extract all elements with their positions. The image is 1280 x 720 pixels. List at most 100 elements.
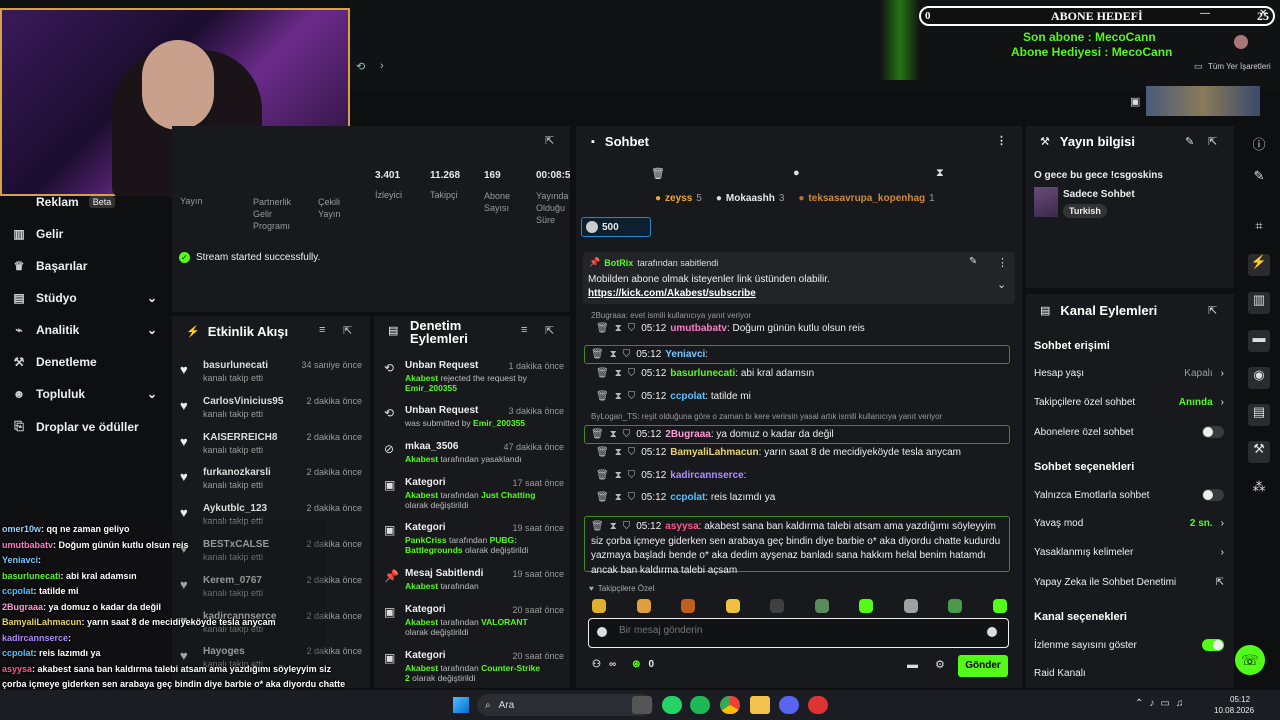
apps-icon[interactable]: ⁂ [1248, 479, 1270, 501]
points-icon[interactable]: ⊛ [632, 659, 640, 670]
sidebar-item-community[interactable]: ☻ Topluluk ⌄ [12, 387, 157, 401]
trash-icon[interactable]: 🗑 [596, 492, 609, 503]
trash-icon[interactable]: 🗑 [596, 447, 609, 458]
crop-icon[interactable]: ⌗ [1248, 218, 1270, 240]
emote-picker-icon[interactable] [597, 627, 607, 637]
help-chat-button[interactable]: ☏ [1235, 645, 1265, 675]
popout-icon[interactable]: ⇱ [1208, 304, 1217, 317]
followers-only-setting[interactable]: Takipçilere özel sohbet Anında › [1034, 397, 1224, 408]
sidebar-item-ads[interactable]: Reklam Beta [12, 195, 116, 209]
activity-item[interactable]: ♥ CarlosVinicius95 kanalı takip etti 2 d… [174, 396, 366, 432]
hourglass-icon[interactable]: ⧗ [615, 470, 622, 481]
ai-moderation-setting[interactable]: Yapay Zeka ile Sohbet Denetimi ⇱ [1034, 577, 1224, 588]
close-icon[interactable]: ✕ [1259, 8, 1267, 19]
edit-icon[interactable]: ✎ [1185, 135, 1194, 148]
chat-username[interactable]: ccpolat [670, 492, 705, 503]
emote-icon[interactable] [592, 599, 606, 613]
chat-input-box[interactable] [588, 618, 1009, 648]
expand-icon[interactable]: ⌄ [997, 278, 1006, 291]
trash-icon[interactable]: 🗑 [596, 391, 609, 402]
chat-message[interactable]: 🗑 ⧗ ⛉ 05:12 kadircannserce: [590, 470, 1010, 481]
link-icon[interactable]: ∞ [609, 659, 616, 670]
more-options-icon[interactable]: ⋮ [997, 256, 1008, 269]
chat-username[interactable]: 2Bugraaa [665, 429, 711, 440]
hourglass-icon[interactable]: ⧗ [615, 447, 622, 458]
windows-start-icon[interactable] [453, 697, 469, 713]
emote-icon[interactable] [992, 599, 1007, 613]
popout-icon[interactable]: ⇱ [1208, 135, 1217, 148]
activity-item[interactable]: ♥ furkanozkarsli kanalı takip etti 2 dak… [174, 467, 366, 503]
info-icon[interactable]: ⓘ [1248, 134, 1270, 156]
emote-icon[interactable] [948, 599, 962, 613]
top-user[interactable]: ● teksasavrupa_kopenhag 1 [798, 193, 934, 204]
popout-icon[interactable]: ⇱ [545, 134, 554, 147]
activity-user[interactable]: Aykutblc_123 [203, 503, 267, 514]
forward-icon[interactable]: › [380, 60, 384, 72]
camera-icon[interactable]: ▣ [1130, 95, 1140, 108]
popout-icon[interactable]: ⇱ [545, 324, 554, 337]
chat-input[interactable] [619, 625, 969, 636]
subs-only-toggle[interactable] [1202, 426, 1224, 438]
hourglass-icon[interactable]: ⧗ [610, 429, 617, 440]
chat-message[interactable]: 🗑 ⧗ ⛉ 05:12 BamyaliLahmacun: yarın saat 8 de… [590, 447, 1010, 458]
gear-icon[interactable]: ⚙ [935, 658, 945, 671]
hourglass-icon[interactable]: ⧗ [615, 391, 622, 402]
lightning-icon[interactable]: ⚡ [1248, 254, 1270, 276]
emote-icon[interactable] [725, 599, 740, 613]
chat-message[interactable]: 🗑 ⧗ ⛉ 05:12 2Bugraaa: ya domuz o kadar da de… [584, 425, 1010, 444]
emote-icon[interactable] [681, 599, 695, 613]
hourglass-icon[interactable]: ⧗ [610, 349, 617, 360]
points-pill[interactable]: 500 [581, 217, 651, 237]
trash-icon[interactable]: 🗑 [591, 429, 604, 440]
pinned-link[interactable]: https://kick.com/Akabest/subscribe [588, 288, 756, 299]
emote-icon[interactable] [903, 599, 918, 613]
activity-user[interactable]: CarlosVinicius95 [203, 396, 283, 407]
bookmarks-label[interactable]: Tüm Yer İşaretleri [1208, 62, 1271, 71]
chat-message[interactable]: 🗑 ⧗ ⛉ 05:12 Yeniavci: [584, 345, 1010, 364]
send-button[interactable]: Gönder [958, 655, 1008, 677]
sidebar-item-studio[interactable]: ▤ Stüdyo ⌄ [12, 291, 157, 305]
account-age-setting[interactable]: Hesap yaşı Kapalı › [1034, 368, 1224, 379]
chat-username[interactable]: ccpolat [670, 391, 705, 402]
app-icon[interactable] [808, 696, 828, 714]
emote-only-setting[interactable]: Yalnızca Emotlarla sohbet [1034, 489, 1224, 501]
chat-message[interactable]: 🗑 ⧗ ⛉ 05:12 umutbabatv: Doğum günün kutlu ol… [590, 323, 1010, 334]
bookmarks-folder-icon[interactable]: ▭ [1194, 61, 1203, 72]
chat-message[interactable]: 🗑 ⧗ ⛉ 05:12 asyysa: akabest sana ban kaldırm… [584, 516, 1010, 576]
trash-icon[interactable]: 🗑 [596, 470, 609, 481]
minimize-icon[interactable]: — [1200, 8, 1210, 19]
avatar[interactable] [1234, 35, 1248, 49]
banned-words-setting[interactable]: Yasaklanmış kelimeler › [1034, 547, 1224, 558]
chat-username[interactable]: kadircannserce [670, 470, 743, 481]
view-count-setting[interactable]: İzlenme sayısını göster [1034, 639, 1224, 651]
raid-channel-setting[interactable]: Raid Kanalı [1034, 668, 1224, 679]
hourglass-icon[interactable]: ⧗ [936, 167, 944, 180]
filter-icon[interactable]: ≡ [521, 324, 527, 336]
chat-message[interactable]: 🗑 ⧗ ⛉ 05:12 ccpolat: reis lazımdı ya [590, 492, 1010, 503]
more-options-icon[interactable]: ⋮ [996, 134, 1007, 147]
unpin-icon[interactable]: ✎ [969, 256, 977, 267]
tray-icons[interactable]: ⌃♪▭♫ [1135, 698, 1189, 709]
language-tag[interactable]: Turkish [1063, 204, 1107, 218]
taskbar-search[interactable]: ⌕ Ara [477, 694, 653, 716]
activity-item[interactable]: ♥ basurlunecati kanalı takip etti 34 san… [174, 360, 366, 396]
filter-icon[interactable]: ≡ [319, 324, 325, 336]
wrench-icon[interactable]: ⚒ [1248, 441, 1270, 463]
trash-icon[interactable]: 🗑 [591, 349, 604, 360]
hourglass-icon[interactable]: ⧗ [610, 521, 617, 532]
trash-icon[interactable]: 🗑 [596, 323, 609, 334]
emote-icon[interactable] [814, 599, 829, 613]
taskview-icon[interactable] [632, 696, 652, 714]
activity-user[interactable]: furkanozkarsli [203, 467, 271, 478]
emote-icon[interactable] [859, 599, 873, 613]
sidebar-item-achievements[interactable]: ♛ Başarılar [12, 259, 88, 273]
hourglass-icon[interactable]: ⧗ [615, 323, 622, 334]
whatsapp-icon[interactable] [662, 696, 682, 714]
document-icon[interactable]: ▥ [1248, 292, 1270, 314]
emote-only-toggle[interactable] [1202, 489, 1224, 501]
hourglass-icon[interactable]: ⧗ [615, 368, 622, 379]
emote-icon[interactable] [636, 599, 651, 613]
trash-icon[interactable]: 🗑 [651, 167, 665, 180]
subs-only-setting[interactable]: Abonelere özel sohbet [1034, 426, 1224, 438]
chat-message[interactable]: 🗑 ⧗ ⛉ 05:12 ccpolat: tatilde mi [590, 391, 1010, 402]
